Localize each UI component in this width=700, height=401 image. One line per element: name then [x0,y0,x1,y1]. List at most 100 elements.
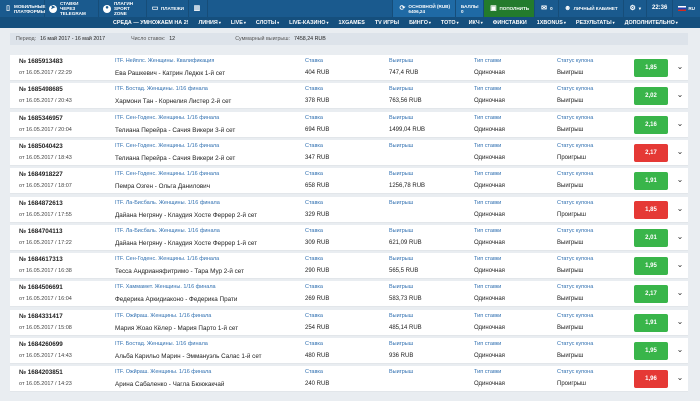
bet-row[interactable]: № 1684918227 от 16.05.2017 / 18:07 ITF. Се… [10,168,688,195]
coefficient-badge: 2,17 [634,143,668,162]
nav-results[interactable]: РЕЗУЛЬТАТЫ▾ [571,20,620,26]
chevron-down-icon[interactable]: ⌄ [675,147,685,157]
chevron-down-icon[interactable]: ⌄ [675,175,685,185]
nav-live-casino[interactable]: LIVE-КАЗИНО▾ [284,20,333,26]
bet-date: от 16.05.2017 / 20:43 [19,98,72,105]
chevron-down-icon[interactable]: ⌄ [675,345,685,355]
stake-value: 240 RUB [305,381,330,388]
bet-row[interactable]: № 1684260699 от 16.05.2017 / 14:43 ITF. Бо… [10,338,688,364]
stake-label: Ставка [305,284,323,291]
russia-flag-icon [678,6,687,11]
nav-live[interactable]: LIVE▾ [226,20,251,26]
nav-1xgames[interactable]: 1XGAMES [333,20,369,26]
bet-row[interactable]: № 1684506691 от 16.05.2017 / 16:04 ITF. Ха… [10,281,688,308]
nav-ikch[interactable]: ИКЧ▾ [464,20,488,26]
win-label: Выигрыш [389,86,414,93]
status-label: Статус купона [557,58,594,64]
nav-tv-games[interactable]: TV ИГРЫ [370,20,404,26]
bet-league: ITF. Ожйраш. Женщины. 1/16 финала [115,312,212,319]
bonus-box[interactable]: БАЛЛЫ 0 [455,0,484,17]
bet-league: ITF. Бостад. Женщины. 1/16 финала [115,86,208,93]
win-value: 936 RUB [389,353,414,359]
chevron-down-icon[interactable]: ⌄ [675,119,685,129]
type-label: Тип ставки [474,86,502,93]
bet-row[interactable]: № 1684872613 от 16.05.2017 / 17:55 ITF. Ла… [10,196,688,223]
chevron-down-icon: ▾ [638,6,641,11]
chevron-down-icon: ▾ [612,19,615,25]
type-value: Одиночная [474,381,505,388]
stake-value: 254 RUB [305,324,330,331]
bet-row[interactable]: № 1685498685 от 16.05.2017 / 20:43 ITF. Бо… [10,83,688,110]
nav-bingo[interactable]: БИНГО▾ [404,20,436,26]
nav-promo[interactable]: СРЕДА — УМНОЖАЕМ НА 2! [108,20,194,26]
balance-box[interactable]: ⟳ ОСНОВНОЙ (RUB) 6406,24 [392,0,456,17]
nav-line[interactable]: ЛИНИЯ▾ [194,20,226,26]
top-bar: ▯ МОБИЛЬНЫЕ ПЛАТФОРМЫ ➤ СТАВКИ ЧЕРЕЗ TEL… [0,0,700,17]
chevron-down-icon: ▾ [243,19,246,25]
win-value: 747,4 RUB [389,70,419,76]
coefficient-badge: 1,91 [634,172,668,191]
type-label: Тип ставки [474,227,502,234]
win-label: Выигрыш [389,312,414,319]
payments-link[interactable]: ▭ ПЛАТЕЖИ [147,0,189,17]
chevron-down-icon: ▾ [326,19,329,25]
statistics-link[interactable]: ▥ [189,0,208,17]
chevron-down-icon[interactable]: ⌄ [675,260,685,270]
stake-value: 347 RUB [305,154,330,161]
chevron-down-icon[interactable]: ⌄ [675,232,685,242]
win-label: Выигрыш [389,284,414,291]
bet-row[interactable]: № 1684331417 от 16.05.2017 / 15:08 ITF. Ож… [10,309,688,336]
count-label: Число ставок: [131,36,166,42]
type-label: Тип ставки [474,369,502,376]
total-label: Суммарный выигрыш: [235,36,290,42]
stake-value: 309 RUB [305,239,330,246]
win-value: 565,5 RUB [389,268,419,275]
nav-more[interactable]: ДОПОЛНИТЕЛЬНО▾ [620,20,683,26]
cabinet-button[interactable]: ☻ ЛИЧНЫЙ КАБИНЕТ [557,0,623,17]
messages-button[interactable]: ✉ 0 [534,0,558,17]
chevron-down-icon[interactable]: ⌄ [675,204,685,214]
coefficient-badge: 1,95 [634,257,668,276]
deposit-button[interactable]: ▣ ПОПОЛНИТЬ [483,0,535,17]
stake-value: 329 RUB [305,211,330,218]
bet-number: № 1684617313 [19,256,63,264]
settings-button[interactable]: ⚙ ▾ [622,0,646,17]
bet-row[interactable]: № 1684704113 от 16.05.2017 / 17:22 ITF. Ла… [10,224,688,251]
bet-row[interactable]: № 1684203851 от 16.05.2017 / 14:23 ITF. Ож… [10,366,688,393]
status-value: Выигрыш [557,353,584,359]
period-value[interactable]: 16 май 2017 - 16 май 2017 [40,36,125,42]
status-value: Выигрыш [557,268,584,275]
mobile-platforms-link[interactable]: ▯ МОБИЛЬНЫЕ ПЛАТФОРМЫ [0,0,45,17]
win-value: 763,56 RUB [389,98,422,105]
bet-match: Ева Рашкевич - Катрин Ледюк 1-й сет [115,70,226,77]
bet-row[interactable]: № 1684617313 от 16.05.2017 / 16:38 ITF. Се… [10,253,688,280]
bet-row[interactable]: № 1685040423 от 16.05.2017 / 18:43 ITF. Се… [10,139,688,166]
language-selector[interactable]: RU [672,0,700,17]
win-label: Выигрыш [389,58,414,64]
bet-match: Альба Карильо Марин - Эммануэль Салас 1-… [115,353,262,360]
stake-label: Ставка [305,142,323,149]
sport-zone-plugin-link[interactable]: ● ПЛАГИН SPORT ZONE [99,0,147,17]
bet-row[interactable]: № 1685346957 от 16.05.2017 / 20:04 ITF. Се… [10,111,688,138]
chevron-down-icon[interactable]: ⌄ [675,288,685,298]
nav-slots[interactable]: СЛОТЫ▾ [251,20,284,26]
chevron-down-icon[interactable]: ⌄ [675,317,685,327]
chevron-down-icon[interactable]: ⌄ [675,90,685,100]
stake-value: 378 RUB [305,98,330,105]
telegram-link[interactable]: ➤ СТАВКИ ЧЕРЕЗ TELEGRAM [45,0,99,17]
status-label: Статус купона [557,114,594,121]
bet-match: Федерика Аркидиаконо - Федерика Прати [115,296,238,304]
coefficient-badge: 1,85 [634,59,668,77]
nav-toto[interactable]: ТОТО▾ [436,20,464,26]
coefficient-badge: 1,96 [634,370,668,389]
nav-1xbonus[interactable]: 1XBONUS▾ [532,20,571,26]
bet-match: Мария Жоао Кёлер - Мария Парто 1-й сет [115,324,239,332]
type-label: Тип ставки [474,114,502,121]
bet-row[interactable]: № 1685913483 от 16.05.2017 / 22:29 ITF. Не… [10,55,688,81]
nav-finbets[interactable]: ФИНСТАВКИ [488,20,532,26]
chevron-down-icon[interactable]: ⌄ [675,373,685,383]
count-value: 12 [169,36,176,42]
win-label: Выигрыш [389,142,414,149]
chevron-down-icon[interactable]: ⌄ [675,62,685,72]
bet-date: от 16.05.2017 / 20:04 [19,126,72,133]
